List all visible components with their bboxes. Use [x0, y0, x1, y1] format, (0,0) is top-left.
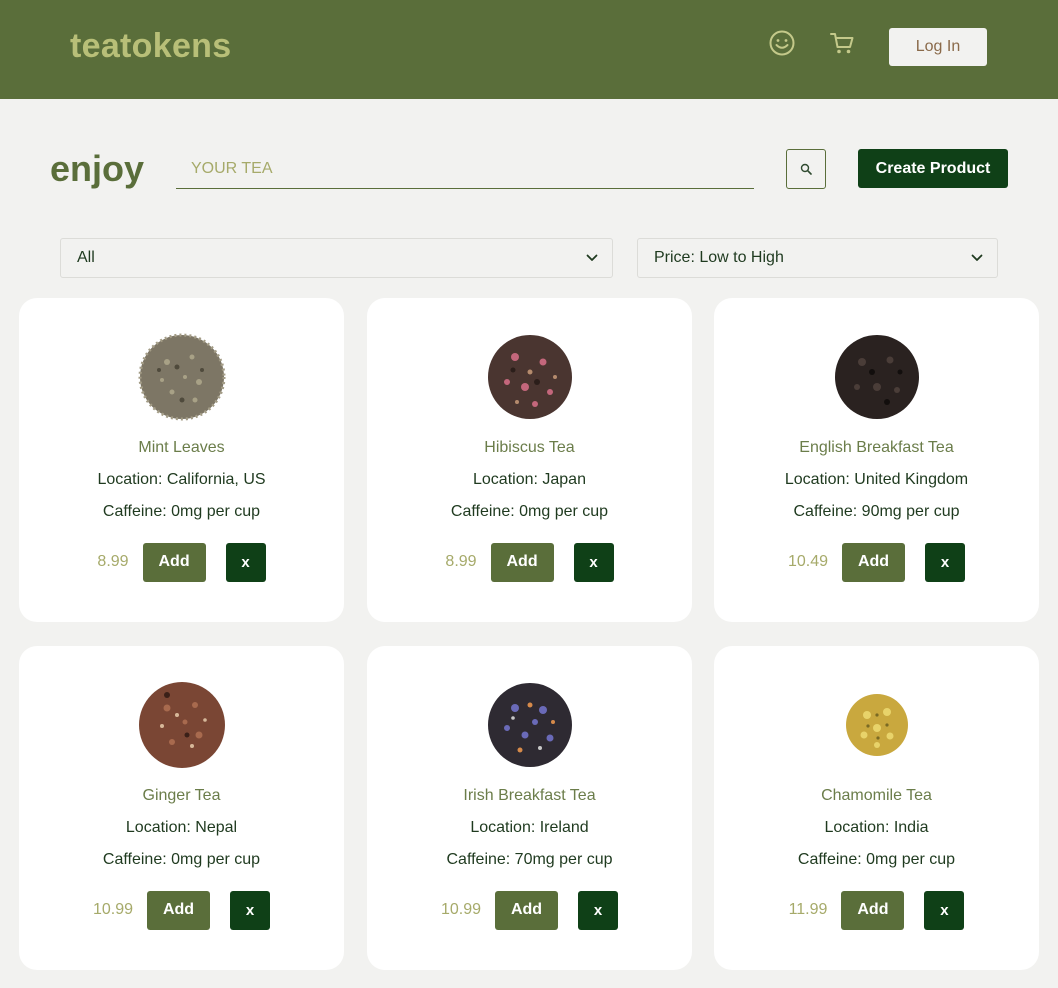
product-location: Location: Nepal	[125, 819, 238, 836]
product-price: 11.99	[788, 901, 828, 918]
login-button[interactable]: Log In	[889, 28, 987, 66]
product-caffeine: Caffeine: 90mg per cup	[793, 503, 960, 520]
smiley-icon[interactable]	[766, 27, 798, 59]
remove-product-button[interactable]: x	[225, 542, 266, 582]
product-price: 8.99	[445, 553, 477, 570]
add-to-cart-button[interactable]: Add	[842, 542, 906, 582]
product-card: Mint Leaves Location: California, US Caf…	[19, 298, 344, 622]
cart-icon[interactable]	[826, 27, 858, 59]
search-input[interactable]	[176, 150, 754, 189]
tea-leaves-image	[835, 335, 919, 419]
tea-leaves-image	[846, 694, 908, 756]
product-actions: 8.99 Add x	[19, 542, 344, 582]
product-name: Irish Breakfast Tea	[463, 787, 596, 804]
product-name: Ginger Tea	[142, 787, 221, 804]
tea-leaves-image	[139, 682, 225, 768]
product-caffeine: Caffeine: 0mg per cup	[450, 503, 609, 520]
product-actions: 8.99 Add x	[367, 542, 692, 582]
product-actions: 10.99 Add x	[19, 890, 344, 930]
product-location: Location: Japan	[473, 471, 586, 488]
product-card: Chamomile Tea Location: India Caffeine: …	[714, 646, 1039, 970]
product-name: English Breakfast Tea	[799, 439, 954, 456]
product-card: Hibiscus Tea Location: Japan Caffeine: 0…	[367, 298, 692, 622]
product-card: Irish Breakfast Tea Location: Ireland Ca…	[367, 646, 692, 970]
chevron-down-icon	[971, 254, 983, 261]
remove-product-button[interactable]: x	[578, 890, 619, 930]
product-caffeine: Caffeine: 0mg per cup	[102, 851, 261, 868]
product-actions: 10.49 Add x	[714, 542, 1039, 582]
add-to-cart-button[interactable]: Add	[495, 890, 559, 930]
product-price: 10.49	[787, 553, 829, 570]
chevron-down-icon	[586, 254, 598, 261]
tea-leaves-image	[488, 683, 572, 767]
remove-product-button[interactable]: x	[573, 542, 614, 582]
app-logo[interactable]: teatokens	[70, 27, 231, 66]
tea-leaves-image	[488, 335, 572, 419]
tea-leaves-image	[138, 333, 226, 421]
product-card: Ginger Tea Location: Nepal Caffeine: 0mg…	[19, 646, 344, 970]
create-product-button[interactable]: Create Product	[858, 149, 1008, 188]
add-to-cart-button[interactable]: Add	[841, 890, 905, 930]
product-name: Mint Leaves	[138, 439, 225, 456]
product-location: Location: India	[824, 819, 929, 836]
search-button[interactable]	[786, 149, 826, 189]
product-price: 8.99	[97, 553, 129, 570]
product-price: 10.99	[92, 901, 134, 918]
add-to-cart-button[interactable]: Add	[490, 542, 554, 582]
product-actions: 10.99 Add x	[367, 890, 692, 930]
remove-product-button[interactable]: x	[230, 890, 271, 930]
add-to-cart-button[interactable]: Add	[147, 890, 211, 930]
product-caffeine: Caffeine: 0mg per cup	[797, 851, 956, 868]
page-heading: enjoy	[50, 148, 145, 189]
product-card: English Breakfast Tea Location: United K…	[714, 298, 1039, 622]
top-nav: teatokens Log In	[0, 0, 1058, 99]
add-to-cart-button[interactable]: Add	[142, 542, 206, 582]
sort-select[interactable]: Price: Low to High	[637, 238, 998, 278]
remove-product-button[interactable]: x	[925, 542, 966, 582]
product-caffeine: Caffeine: 70mg per cup	[446, 851, 613, 868]
product-name: Hibiscus Tea	[484, 439, 575, 456]
product-actions: 11.99 Add x	[714, 890, 1039, 930]
product-price: 10.99	[440, 901, 482, 918]
product-location: Location: United Kingdom	[784, 471, 969, 488]
product-caffeine: Caffeine: 0mg per cup	[102, 503, 261, 520]
product-location: Location: Ireland	[470, 819, 589, 836]
search-icon	[800, 163, 812, 175]
product-location: Location: California, US	[97, 471, 266, 488]
category-select-value: All	[77, 249, 95, 266]
sort-select-value: Price: Low to High	[654, 249, 784, 266]
category-select[interactable]: All	[60, 238, 613, 278]
remove-product-button[interactable]: x	[924, 890, 965, 930]
product-name: Chamomile Tea	[821, 787, 932, 804]
